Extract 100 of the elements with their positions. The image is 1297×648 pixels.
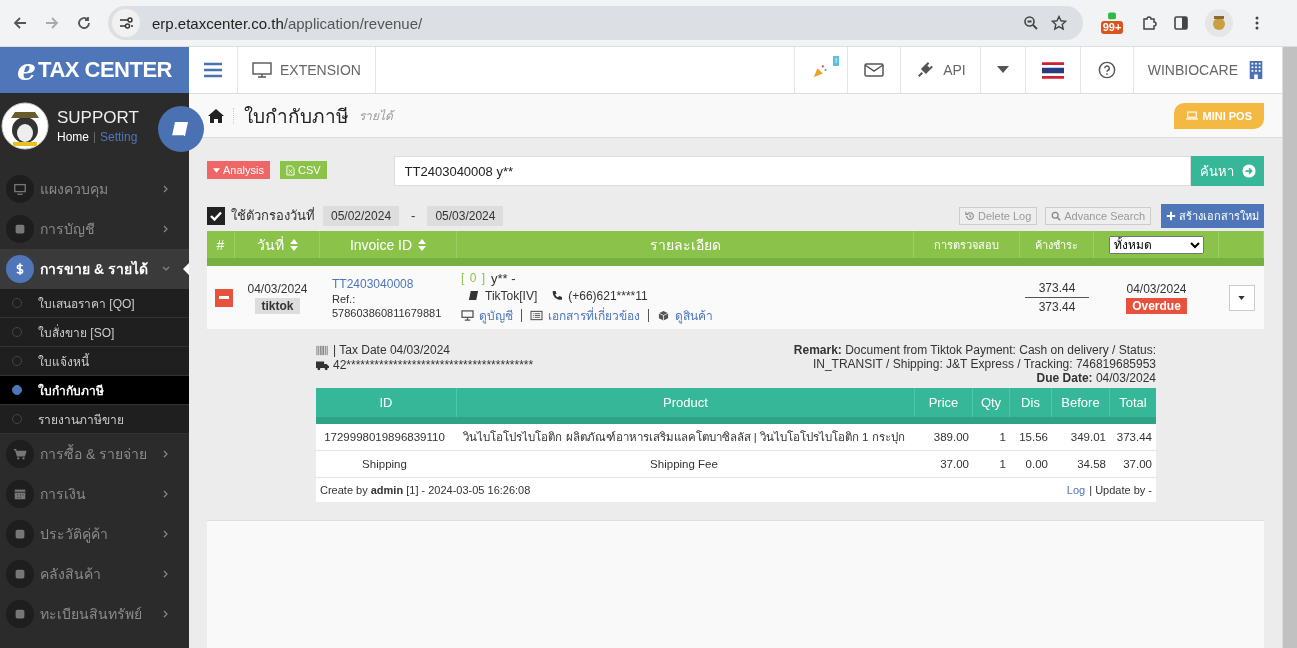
notification-badge: 99+: [1100, 21, 1124, 34]
outstanding-amount: 373.44: [1038, 300, 1076, 314]
status-filter-select[interactable]: ทั้งหมด: [1108, 235, 1204, 254]
column-header: Before: [1052, 388, 1110, 417]
created-info: Create by admin [1] - 2024-03-05 16:26:08: [320, 484, 531, 496]
profile-avatar[interactable]: [1205, 9, 1233, 37]
date-field[interactable]: 05/02/2024: [323, 205, 400, 226]
history-icon: [965, 210, 976, 221]
table-cell-text: Shipping Fee: [649, 457, 719, 472]
create-document-button[interactable]: สร้างเอกสารใหม่: [1161, 203, 1264, 228]
book-button[interactable]: [158, 106, 204, 152]
updated-info: | Update by -: [1089, 484, 1152, 496]
table-cell-text: 0.00: [1024, 457, 1049, 472]
user-link[interactable]: Setting: [100, 130, 138, 144]
puzzle-icon[interactable]: [1141, 15, 1157, 31]
menu-item-icon: [13, 527, 27, 541]
advance-search-button[interactable]: Advance Search: [1045, 206, 1151, 225]
menu-item-icon: [13, 607, 27, 621]
notification-badge: !: [832, 56, 840, 66]
menu-item-icon: [13, 567, 27, 581]
total-amount: 373.44: [1024, 281, 1090, 298]
column-header: Product: [457, 388, 915, 417]
sidebar-item[interactable]: การบัญชี: [0, 209, 189, 249]
arrow-icon: [1241, 164, 1256, 178]
search-icon: [1051, 210, 1062, 221]
reload-icon[interactable]: [76, 15, 92, 31]
row-date: 04/03/2024: [247, 281, 308, 296]
menu-item-icon: [13, 222, 27, 236]
sidebar-item[interactable]: คลังสินค้า: [0, 554, 189, 594]
column-header: ID: [316, 388, 457, 417]
search-button[interactable]: ค้นหา: [1191, 156, 1264, 186]
sidebar-item[interactable]: การขาย & รายได้: [0, 249, 189, 289]
barcode-icon: [316, 344, 329, 356]
sidebar-item[interactable]: แผงควบคุม: [0, 169, 189, 209]
page-subtitle: รายได้: [359, 108, 393, 125]
scrollbar[interactable]: [1282, 47, 1297, 648]
ref-label: Ref.:: [332, 292, 356, 305]
extension-link[interactable]: EXTENSION: [238, 47, 376, 93]
user-link[interactable]: Home: [57, 130, 89, 144]
table-cell-text: 37.00: [939, 457, 970, 472]
truck-icon: [316, 359, 329, 371]
row-action-link[interactable]: เอกสารที่เกี่ยวข้อง: [548, 305, 640, 325]
status-badge: Overdue: [1126, 297, 1187, 314]
submenu-item[interactable]: ใบกำกับภาษี: [0, 376, 189, 405]
side-panel-icon[interactable]: [1173, 15, 1189, 31]
home-icon[interactable]: [207, 107, 234, 124]
analysis-button[interactable]: Analysis: [207, 161, 270, 179]
user-name: SUPPORT: [57, 108, 139, 128]
mail-icon: [864, 61, 885, 79]
cube-icon: [657, 309, 670, 321]
date-field[interactable]: 05/03/2024: [427, 205, 504, 226]
delete-log-button[interactable]: Delete Log: [959, 206, 1038, 225]
column-header: Total: [1118, 394, 1148, 412]
sidebar-item[interactable]: ประวัติคู่ค้า: [0, 514, 189, 554]
company-menu[interactable]: WINBIOCARE: [1133, 47, 1282, 93]
table-cell-text: 373.44: [1115, 430, 1153, 445]
date-filter-checkbox[interactable]: [207, 206, 225, 225]
table-cell-text: 349.01: [1069, 430, 1107, 445]
sort-icon: [289, 238, 298, 251]
submenu-item[interactable]: ใบเสนอราคา [QO]: [0, 289, 189, 318]
submenu-item[interactable]: รายงานภาษีขาย: [0, 405, 189, 434]
customer-name: y** -: [491, 270, 516, 286]
list-icon: [530, 309, 543, 321]
row-action-link[interactable]: ดูบัญชี: [479, 305, 513, 325]
column-header: การตรวจสอบ: [914, 231, 1020, 258]
zoom-out-icon[interactable]: [1023, 15, 1039, 31]
sidebar-item[interactable]: การซื้อ & รายจ่าย: [0, 434, 189, 474]
table-cell-text: 15.56: [1018, 430, 1049, 445]
site-settings-icon[interactable]: [112, 9, 140, 37]
sidebar-item[interactable]: ทะเบียนสินทรัพย์: [0, 594, 189, 634]
log-link[interactable]: Log: [1066, 484, 1086, 496]
search-field[interactable]: TT2403040008 y**: [393, 156, 1191, 186]
caret-icon: [996, 66, 1009, 74]
date-separator: -: [410, 208, 417, 223]
remark-text: Remark: Document from Tiktok Payment: Cash on delivery / Status: IN_TRANSIT / Shipping: J&T Express / Tracking: 746819685953: [792, 343, 1156, 371]
row-action-link[interactable]: ดูสินค้า: [675, 305, 713, 325]
star-icon[interactable]: [1051, 15, 1067, 31]
submenu-item[interactable]: ใบสั่งขาย [SO]: [0, 318, 189, 347]
back-icon[interactable]: [12, 15, 28, 31]
sort-icon: [418, 238, 427, 251]
column-header: รายละเอียด: [457, 231, 914, 258]
channel-tag: tiktok: [255, 297, 300, 314]
api-button[interactable]: API: [901, 47, 981, 93]
collapse-button[interactable]: [215, 288, 233, 307]
laptop-icon: [1186, 111, 1199, 120]
invoice-link[interactable]: TT2403040008: [332, 276, 414, 291]
monitor-icon: [461, 309, 474, 321]
phone-icon: [550, 290, 564, 301]
flag-icon: [1041, 61, 1064, 79]
logo[interactable]: eTAX CENTER: [0, 47, 189, 93]
table-cell-text: Shipping: [361, 457, 408, 472]
table-cell-text: 1729998019896839110: [323, 430, 446, 445]
address-bar[interactable]: erp.etaxcenter.co.th/application/revenue/: [108, 6, 1083, 40]
table-cell-text: 1: [998, 430, 1007, 445]
column-header: Price: [915, 388, 973, 417]
submenu-item[interactable]: ใบแจ้งหนี้: [0, 347, 189, 376]
sidebar-item[interactable]: การเงิน: [0, 474, 189, 514]
book-icon: [467, 290, 480, 301]
due-date-text: Due Date: 04/03/2024: [1036, 371, 1156, 385]
menu-item-icon: [13, 447, 27, 461]
